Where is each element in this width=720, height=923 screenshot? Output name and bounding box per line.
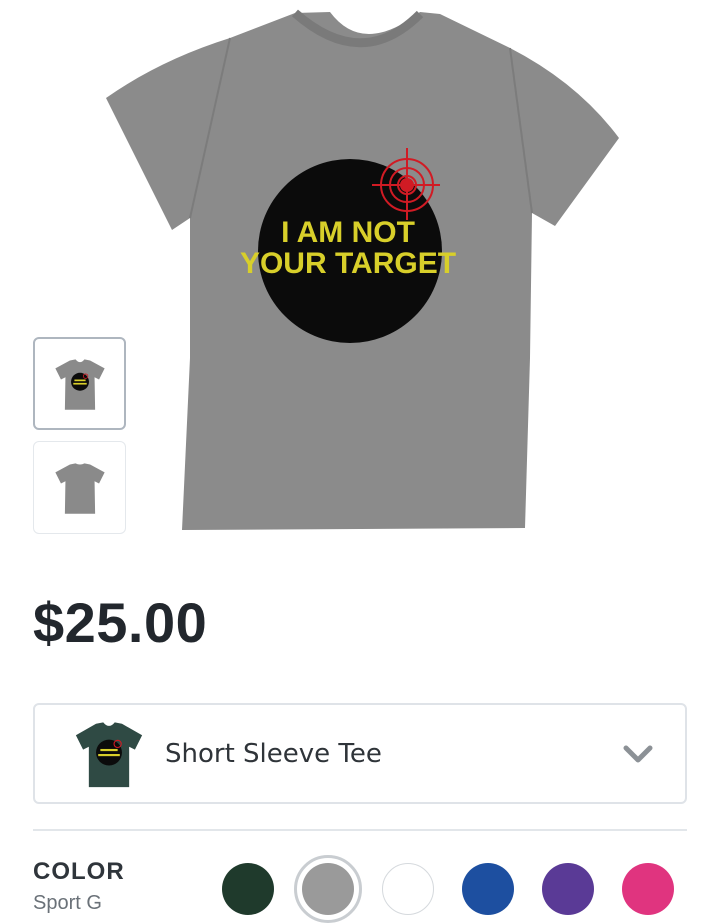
print-text-line2: YOUR TARGET <box>240 247 456 280</box>
tshirt-front-graphic: I AM NOT YOUR TARGET <box>106 9 619 530</box>
thumbnail-front[interactable] <box>33 337 126 430</box>
chevron-down-icon[interactable] <box>623 743 653 765</box>
color-section-label: COLOR <box>33 858 125 885</box>
thumbnail-back[interactable] <box>33 441 126 534</box>
color-swatch[interactable] <box>542 863 594 915</box>
color-swatch[interactable] <box>302 863 354 915</box>
tshirt-back-icon <box>54 462 105 514</box>
color-swatch[interactable] <box>382 863 434 915</box>
product-type-thumbnail <box>75 722 143 788</box>
print-text-line1: I AM NOT <box>281 216 415 249</box>
product-type-select[interactable]: Short Sleeve Tee <box>33 703 687 804</box>
section-divider <box>33 829 687 831</box>
color-swatch[interactable] <box>462 863 514 915</box>
selected-color-name: Sport G <box>33 892 102 914</box>
color-swatch[interactable] <box>622 863 674 915</box>
product-main-image: I AM NOT YOUR TARGET <box>106 9 619 530</box>
tshirt-front-icon <box>54 358 105 410</box>
product-type-label: Short Sleeve Tee <box>165 739 382 769</box>
color-swatch[interactable] <box>222 863 274 915</box>
product-price: $25.00 <box>33 591 208 654</box>
